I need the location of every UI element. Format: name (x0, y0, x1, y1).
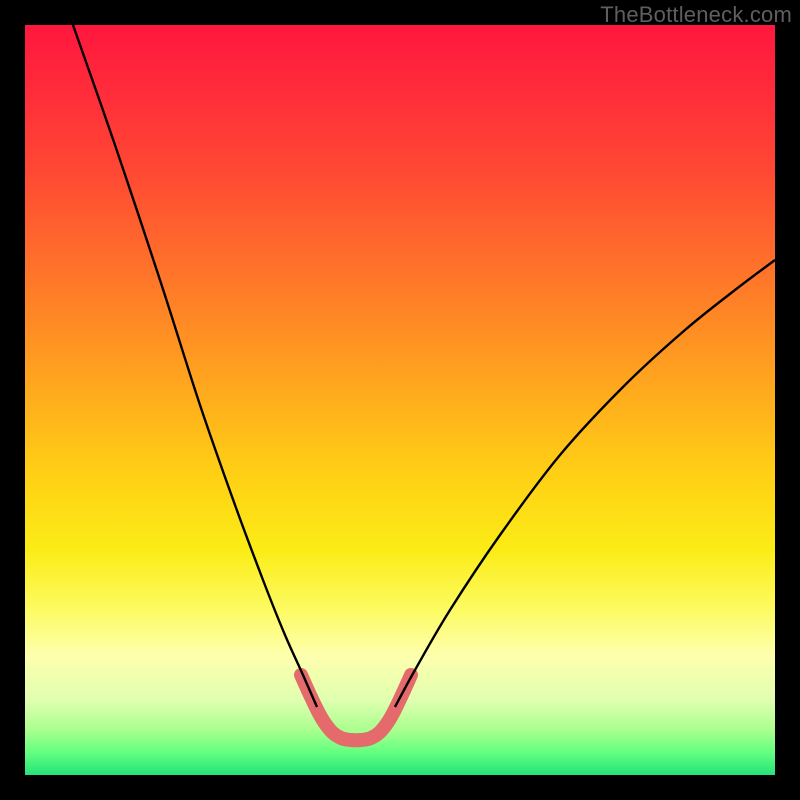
chart-frame (25, 25, 775, 775)
optimal-marker (301, 675, 411, 740)
watermark-text: TheBottleneck.com (600, 2, 792, 28)
chart-svg (25, 25, 775, 775)
curve-right-branch (395, 260, 775, 707)
curve-left-branch (73, 25, 317, 707)
